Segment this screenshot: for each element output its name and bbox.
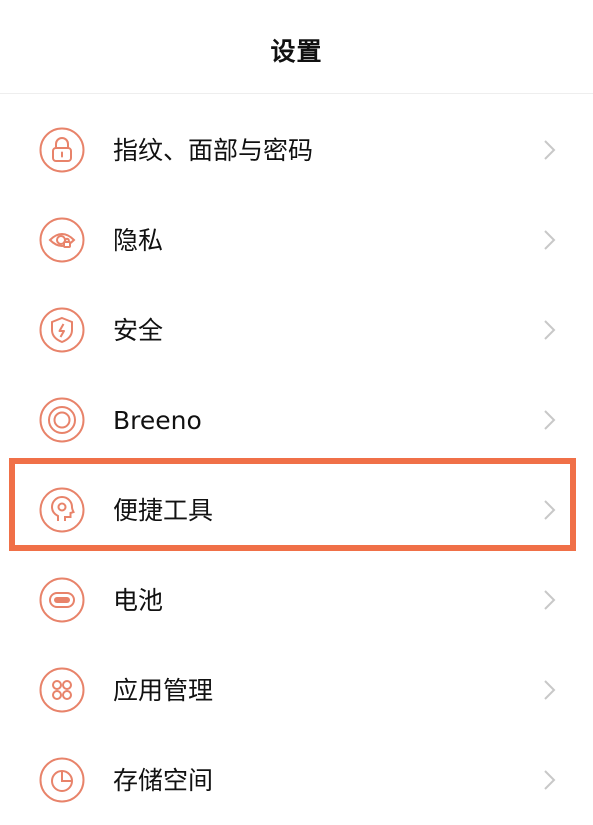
page-title: 设置 (270, 36, 323, 66)
settings-item-label: 指纹、面部与密码 (113, 135, 314, 165)
settings-item-battery[interactable]: 电池 (0, 555, 593, 645)
chevron-right-icon (538, 678, 560, 702)
settings-item-label: 便捷工具 (113, 495, 214, 525)
chevron-right-icon (538, 768, 560, 792)
lock-icon (39, 127, 85, 173)
top-bar: 设置 (0, 0, 593, 94)
privacy-eye-icon (39, 217, 85, 263)
storage-pie-icon (39, 757, 85, 803)
settings-item-breeno[interactable]: Breeno (0, 375, 593, 465)
settings-item-label: 应用管理 (113, 675, 214, 705)
chevron-right-icon (538, 318, 560, 342)
chevron-right-icon (538, 588, 560, 612)
chevron-right-icon (538, 228, 560, 252)
settings-item-fingerprint-face-password[interactable]: 指纹、面部与密码 (0, 105, 593, 195)
chevron-right-icon (538, 498, 560, 522)
shield-icon (39, 307, 85, 353)
settings-item-label: 安全 (113, 315, 164, 345)
settings-item-convenience-tools[interactable]: 便捷工具 (0, 465, 593, 555)
battery-icon (39, 577, 85, 623)
head-gear-icon (39, 487, 85, 533)
settings-item-label: 存储空间 (113, 765, 214, 795)
settings-item-label: 隐私 (113, 225, 164, 255)
settings-item-app-management[interactable]: 应用管理 (0, 645, 593, 735)
settings-item-privacy[interactable]: 隐私 (0, 195, 593, 285)
apps-icon (39, 667, 85, 713)
chevron-right-icon (538, 408, 560, 432)
settings-item-security[interactable]: 安全 (0, 285, 593, 375)
chevron-right-icon (538, 138, 560, 162)
settings-item-label: Breeno (113, 405, 202, 435)
breeno-icon (39, 397, 85, 443)
settings-item-label: 电池 (113, 585, 164, 615)
settings-list: 指纹、面部与密码 隐私 安全 Breeno 便捷工具 电池 应用管理 存储空间 (0, 105, 593, 825)
